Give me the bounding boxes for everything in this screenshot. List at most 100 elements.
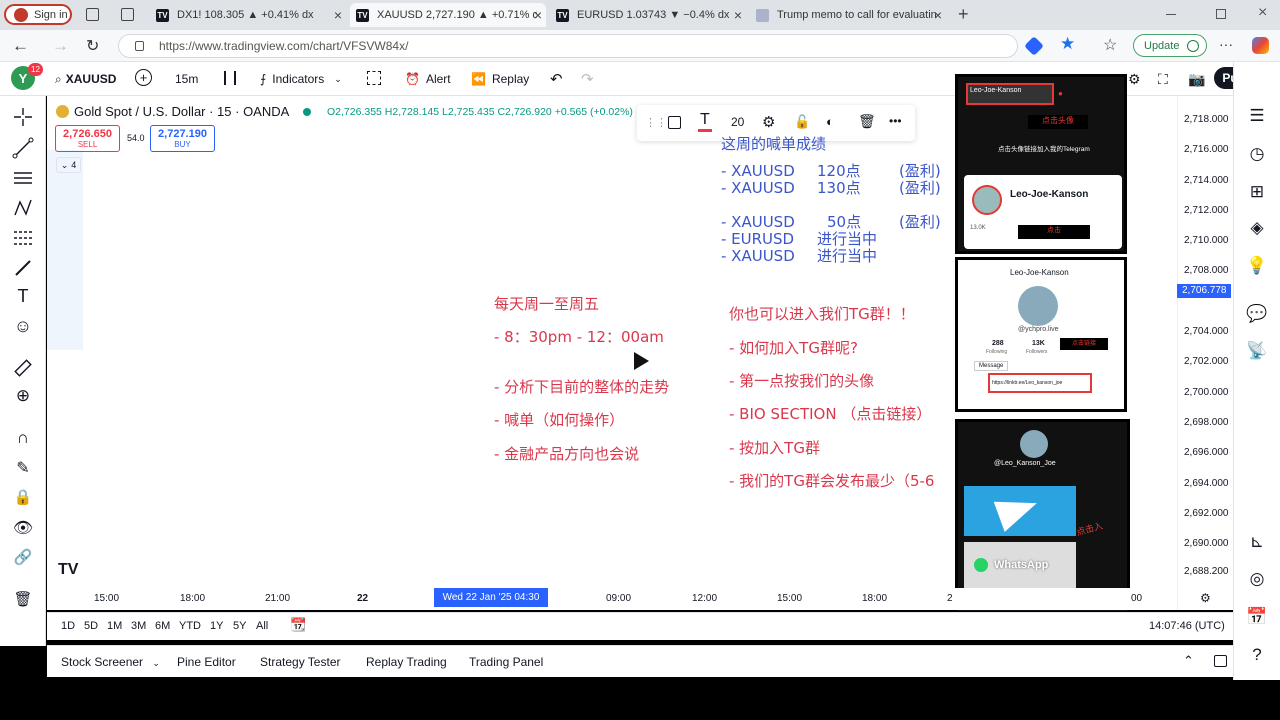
- indicators-button[interactable]: ⨍ Indicators ⌄: [260, 70, 342, 88]
- streams-icon[interactable]: 📡: [1245, 341, 1269, 365]
- restore-icon[interactable]: [1216, 9, 1226, 19]
- visibility-icon[interactable]: ◐: [826, 114, 834, 129]
- favorite-star-icon[interactable]: ★: [1060, 34, 1075, 54]
- link-icon[interactable]: 🔗: [12, 548, 34, 570]
- text-tool-icon[interactable]: T: [12, 286, 34, 308]
- templates-icon[interactable]: [367, 71, 381, 85]
- clock-label[interactable]: 14:07:46 (UTC): [1149, 620, 1225, 632]
- undo-icon[interactable]: ↶: [550, 70, 563, 88]
- layers-icon[interactable]: ◈: [1245, 218, 1269, 242]
- time-label: 15:00: [777, 593, 803, 604]
- maximize-panel-icon[interactable]: [1214, 655, 1227, 667]
- compare-symbol-icon[interactable]: +: [135, 69, 152, 86]
- range-3m[interactable]: 3M: [131, 620, 146, 632]
- tradingview-logo[interactable]: TV: [58, 561, 78, 579]
- alerts-clock-icon[interactable]: ◷: [1245, 144, 1269, 168]
- price-scale[interactable]: [1177, 96, 1233, 610]
- redo-icon[interactable]: ↷: [581, 70, 594, 88]
- tab-trading-panel[interactable]: Trading Panel: [469, 655, 543, 669]
- chat-icon[interactable]: 💬: [1245, 304, 1269, 328]
- indicators-collapse-button[interactable]: ⌄ 4: [56, 157, 81, 173]
- candles-icon[interactable]: [224, 71, 236, 85]
- tab-pine-editor[interactable]: Pine Editor: [177, 655, 236, 669]
- settings-icon[interactable]: ⚙: [1128, 70, 1141, 88]
- interval-button[interactable]: 15m: [175, 70, 198, 88]
- settings-icon[interactable]: ⚙: [762, 113, 775, 131]
- zoom-in-icon[interactable]: ⊕: [12, 386, 34, 408]
- forward-icon[interactable]: →: [52, 36, 69, 56]
- update-button[interactable]: Update: [1133, 34, 1207, 57]
- goto-date-icon[interactable]: 📆: [290, 617, 306, 633]
- lock-icon[interactable]: 🔓: [794, 114, 810, 130]
- symbol-search-button[interactable]: ⌕ XAUUSD: [55, 70, 116, 88]
- calendar-icon[interactable]: 📅: [1245, 607, 1269, 631]
- trading-panel-icon[interactable]: ⊾: [1245, 532, 1269, 556]
- more-icon[interactable]: •••: [889, 114, 902, 128]
- close-icon[interactable]: ×: [934, 7, 942, 23]
- object-tree-icon[interactable]: ⊞: [1245, 182, 1269, 206]
- copilot-icon[interactable]: [1252, 37, 1269, 54]
- fullscreen-icon[interactable]: ⛶: [1158, 70, 1168, 88]
- ruler-icon[interactable]: [12, 357, 34, 379]
- buy-button[interactable]: 2,727.190 BUY: [150, 125, 215, 152]
- vertical-tabs-icon[interactable]: [121, 8, 134, 21]
- tab-dx1[interactable]: TV DX1! 108.305 ▲ +0.41% dx ×: [150, 3, 346, 27]
- replay-button[interactable]: ⏪ Replay: [471, 70, 529, 88]
- reload-icon[interactable]: ↻: [86, 36, 99, 56]
- tab-eurusd[interactable]: TV EURUSD 1.03743 ▼ −0.4% dx ×: [550, 3, 746, 27]
- eye-icon[interactable]: 👁: [12, 518, 34, 540]
- favorites-icon[interactable]: ☆: [1103, 35, 1117, 55]
- template-icon[interactable]: [668, 116, 681, 129]
- sell-button[interactable]: 2,726.650 SELL: [55, 125, 120, 152]
- range-all[interactable]: All: [256, 620, 268, 632]
- close-icon[interactable]: ×: [734, 7, 742, 23]
- new-tab-button[interactable]: +: [958, 4, 969, 25]
- tab-replay-trading[interactable]: Replay Trading: [366, 655, 447, 669]
- range-1m[interactable]: 1M: [107, 620, 122, 632]
- range-1y[interactable]: 1Y: [210, 620, 223, 632]
- range-ytd[interactable]: YTD: [179, 620, 201, 632]
- range-5d[interactable]: 5D: [84, 620, 98, 632]
- emoji-icon[interactable]: ☺: [12, 316, 34, 338]
- sign-in-button[interactable]: Sign in: [4, 4, 72, 25]
- stay-drawing-icon[interactable]: ✎: [12, 458, 34, 480]
- text-color-button[interactable]: T: [698, 111, 712, 132]
- close-icon[interactable]: ×: [334, 7, 342, 23]
- trash-icon[interactable]: 🗑: [858, 113, 876, 130]
- range-6m[interactable]: 6M: [155, 620, 170, 632]
- close-window-icon[interactable]: ×: [1258, 4, 1267, 22]
- tab-news[interactable]: Trump memo to call for evaluatin ×: [750, 3, 946, 27]
- pattern-icon[interactable]: [12, 197, 34, 219]
- font-size-select[interactable]: 20: [731, 115, 744, 129]
- more-menu-icon[interactable]: ···: [1219, 36, 1233, 52]
- fib-icon[interactable]: [12, 227, 34, 249]
- magnet-icon[interactable]: ∩: [12, 428, 34, 450]
- back-icon[interactable]: ←: [12, 36, 29, 56]
- range-5y[interactable]: 5Y: [233, 620, 246, 632]
- minimize-icon[interactable]: [1166, 14, 1176, 15]
- trend-line-icon[interactable]: [12, 137, 34, 159]
- tab-stock-screener[interactable]: Stock Screener ⌄: [61, 655, 160, 669]
- drag-handle-icon[interactable]: ⋮⋮: [645, 116, 667, 129]
- range-1d[interactable]: 1D: [61, 620, 75, 632]
- target-icon[interactable]: ◎: [1245, 569, 1269, 593]
- close-icon[interactable]: ×: [534, 7, 542, 23]
- tab-actions-icon[interactable]: [86, 8, 99, 21]
- tab-xauusd[interactable]: TV XAUUSD 2,727.190 ▲ +0.71% dx ×: [350, 3, 546, 27]
- play-icon[interactable]: [634, 352, 649, 370]
- brush-icon[interactable]: [12, 257, 34, 279]
- result-row: - XAUUSD 进行当中: [721, 248, 951, 265]
- help-icon[interactable]: ?: [1245, 645, 1269, 669]
- watchlist-icon[interactable]: ☰: [1245, 106, 1269, 130]
- crosshair-icon[interactable]: [12, 106, 34, 128]
- chevron-up-icon[interactable]: ⌃: [1183, 653, 1194, 669]
- camera-icon[interactable]: 📷: [1188, 70, 1205, 88]
- alert-button[interactable]: ⏰ Alert: [405, 70, 451, 88]
- scale-settings-icon[interactable]: ⚙: [1200, 591, 1211, 605]
- tab-strategy-tester[interactable]: Strategy Tester: [260, 655, 340, 669]
- horizontal-lines-icon[interactable]: [12, 167, 34, 189]
- ideas-lightbulb-icon[interactable]: 💡: [1245, 256, 1269, 280]
- url-input[interactable]: https://www.tradingview.com/chart/VFSVW8…: [118, 34, 1018, 58]
- trash-icon[interactable]: 🗑: [12, 590, 34, 612]
- lock-drawings-icon[interactable]: 🔒: [12, 488, 34, 510]
